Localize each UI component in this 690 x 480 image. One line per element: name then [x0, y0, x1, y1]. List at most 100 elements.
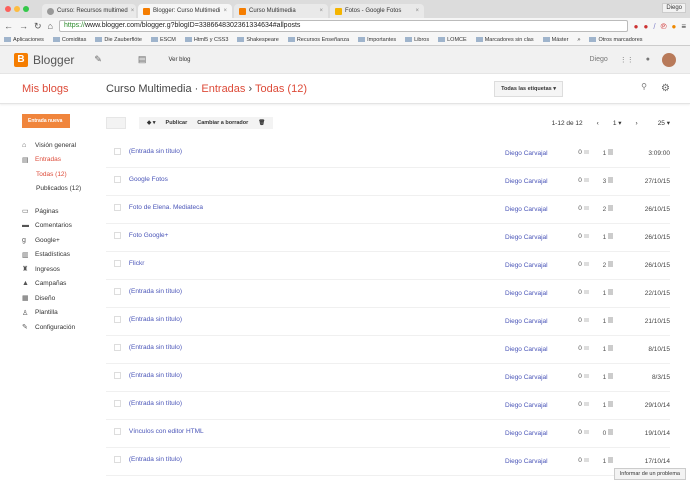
revert-draft-button[interactable]: Cambiar a borrador — [197, 120, 248, 126]
more-bookmarks[interactable]: » — [577, 37, 580, 43]
row-checkbox[interactable] — [114, 428, 121, 435]
bookmark[interactable]: Marcadores sin clas — [476, 37, 534, 43]
bookmark[interactable]: Recursos Enseñanza — [288, 37, 349, 43]
row-checkbox[interactable] — [114, 316, 121, 323]
row-checkbox[interactable] — [114, 344, 121, 351]
sidebar-item[interactable]: ♙ Plantilla — [0, 306, 100, 321]
post-author[interactable]: Diego Carvajal — [505, 176, 578, 185]
table-row[interactable]: Flickr Diego Carvajal 0 2 26/10/15 — [106, 252, 670, 280]
bookmark[interactable]: Html5 y CSS3 — [185, 37, 229, 43]
row-checkbox[interactable] — [114, 372, 121, 379]
post-author[interactable]: Diego Carvajal — [505, 260, 578, 269]
bookmark[interactable]: LOMCE — [438, 37, 467, 43]
bookmark[interactable]: Aplicaciones — [4, 37, 44, 43]
post-author[interactable]: Diego Carvajal — [505, 288, 578, 297]
row-checkbox[interactable] — [114, 232, 121, 239]
trash-icon[interactable]: 🗑 — [258, 120, 265, 126]
table-row[interactable]: (Entrada sin título) Diego Carvajal 0 1 … — [106, 364, 670, 392]
my-blogs-link[interactable]: Mis blogs — [0, 83, 106, 95]
post-author[interactable]: Diego Carvajal — [505, 316, 578, 325]
gear-icon[interactable]: ⚙ — [661, 83, 670, 94]
table-row[interactable]: Foto de Elena. Mediateca Diego Carvajal … — [106, 196, 670, 224]
post-title-link[interactable]: (Entrada sin título) — [129, 344, 505, 351]
per-page-select[interactable]: 25 ▾ — [658, 119, 670, 127]
post-title-link[interactable]: Foto Google+ — [129, 232, 505, 239]
post-author[interactable]: Diego Carvajal — [505, 400, 578, 409]
post-title-link[interactable]: (Entrada sin título) — [129, 372, 505, 379]
row-checkbox[interactable] — [114, 288, 121, 295]
table-row[interactable]: (Entrada sin título) Diego Carvajal 0 1 … — [106, 308, 670, 336]
sidebar-item[interactable]: Publicados (12) — [0, 182, 100, 197]
select-all-checkbox[interactable] — [106, 117, 126, 129]
table-row[interactable]: Google Fotos Diego Carvajal 0 3 27/10/15 — [106, 168, 670, 196]
post-author[interactable]: Diego Carvajal — [505, 204, 578, 213]
sidebar-item[interactable]: ✎ Configuración — [0, 320, 100, 335]
sidebar-item[interactable]: Todas (12) — [0, 167, 100, 182]
row-checkbox[interactable] — [114, 176, 121, 183]
bookmark[interactable]: Libros — [405, 37, 429, 43]
sidebar-item[interactable]: ▦ Diseño — [0, 291, 100, 306]
sidebar-item[interactable]: ♜ Ingresos — [0, 262, 100, 277]
breadcrumb-blog[interactable]: Curso Multimedia — [106, 83, 192, 95]
bookmark[interactable]: Die Zauberflöte — [95, 37, 142, 43]
brand[interactable]: Blogger — [33, 53, 74, 67]
reload-icon[interactable]: ↻ — [34, 21, 42, 32]
sidebar-item[interactable]: ▬ Comentarios — [0, 219, 100, 234]
prev-page-icon[interactable]: ‹ — [597, 120, 599, 127]
sidebar-item[interactable]: ▤ Entradas — [0, 153, 100, 168]
bookmark[interactable]: Máster — [543, 37, 569, 43]
post-title-link[interactable]: (Entrada sin título) — [129, 148, 505, 155]
next-page-icon[interactable]: › — [636, 120, 638, 127]
blogger-logo-icon[interactable]: B — [14, 52, 28, 67]
bookmark[interactable]: Comiditas — [53, 37, 86, 43]
publish-button[interactable]: Publicar — [166, 120, 188, 126]
bookmark[interactable]: Importantes — [358, 37, 396, 43]
pencil-icon[interactable]: ✎ — [94, 54, 102, 65]
view-blog-link[interactable]: Ver blog — [168, 57, 190, 63]
post-author[interactable]: Diego Carvajal — [505, 456, 578, 465]
notifications-icon[interactable]: ● — [646, 56, 650, 63]
post-author[interactable]: Diego Carvajal — [505, 372, 578, 381]
bookmark[interactable]: Shakespeare — [237, 37, 278, 43]
post-author[interactable]: Diego Carvajal — [505, 148, 578, 157]
bookmark[interactable]: ESCM — [151, 37, 176, 43]
row-checkbox[interactable] — [114, 260, 121, 267]
post-title-link[interactable]: Vínculos con editor HTML — [129, 428, 505, 435]
bookmark[interactable]: Otros marcadores — [589, 37, 642, 43]
home-icon[interactable]: ⌂ — [48, 21, 53, 31]
label-icon[interactable]: ◆ ▾ — [147, 120, 156, 126]
sidebar-item[interactable]: ▥ Estadísticas — [0, 248, 100, 263]
extensions[interactable]: ● ● / ℗ ● ≡ — [634, 22, 686, 31]
window-controls[interactable] — [5, 6, 29, 12]
post-title-link[interactable]: (Entrada sin título) — [129, 288, 505, 295]
new-post-button[interactable]: Entrada nueva — [22, 114, 70, 128]
table-row[interactable]: (Entrada sin título) Diego Carvajal 0 1 … — [106, 280, 670, 308]
table-row[interactable]: (Entrada sin título) Diego Carvajal 0 1 … — [106, 448, 670, 476]
browser-tab[interactable]: Blogger: Curso Multimedi × — [138, 4, 232, 18]
row-checkbox[interactable] — [114, 148, 121, 155]
copy-icon[interactable]: ▤ — [138, 54, 147, 65]
back-icon[interactable]: ← — [4, 21, 13, 31]
breadcrumb-section[interactable]: Entradas — [201, 83, 245, 95]
row-checkbox[interactable] — [114, 400, 121, 407]
sidebar-item[interactable]: ▲ Campañas — [0, 277, 100, 292]
sidebar-item[interactable]: ⌂ Visión general — [0, 138, 100, 153]
browser-tab[interactable]: Curso: Recursos multimed × — [42, 4, 136, 18]
table-row[interactable]: (Entrada sin título) Diego Carvajal 0 1 … — [106, 336, 670, 364]
table-row[interactable]: (Entrada sin título) Diego Carvajal 0 1 … — [106, 392, 670, 420]
post-title-link[interactable]: Google Fotos — [129, 176, 505, 183]
table-row[interactable]: Vínculos con editor HTML Diego Carvajal … — [106, 420, 670, 448]
avatar[interactable] — [662, 52, 676, 67]
post-title-link[interactable]: (Entrada sin título) — [129, 316, 505, 323]
page-select[interactable]: 1 ▾ — [613, 119, 622, 127]
browser-tab[interactable]: Curso Multimedia × — [234, 4, 328, 18]
row-checkbox[interactable] — [114, 204, 121, 211]
browser-tab[interactable]: Fotos - Google Fotos × — [330, 4, 424, 18]
sidebar-item[interactable]: ▭ Páginas — [0, 204, 100, 219]
post-author[interactable]: Diego Carvajal — [505, 428, 578, 437]
sidebar-item[interactable]: g Google+ — [0, 233, 100, 248]
url-bar[interactable]: https://www.blogger.com/blogger.g?blogID… — [58, 20, 628, 32]
forward-icon[interactable]: → — [19, 21, 28, 31]
search-icon[interactable]: ⚲ — [571, 82, 651, 96]
browser-profile[interactable]: Diego — [662, 3, 686, 13]
